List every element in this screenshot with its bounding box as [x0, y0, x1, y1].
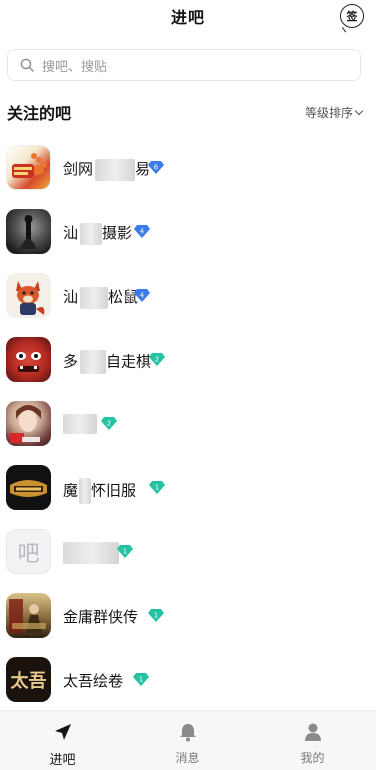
top-bar: 进吧 签 — [0, 0, 376, 36]
section-title: 关注的吧 — [7, 104, 72, 123]
page-title: 进吧 — [170, 8, 205, 27]
tab-label: 进吧 — [49, 753, 76, 768]
search-placeholder: 搜吧、搜贴 — [42, 59, 108, 75]
followed-forums-header: 关注的吧 等级排序 — [0, 96, 376, 126]
forum-avatar: 吧 — [6, 529, 51, 574]
svg-text:1: 1 — [123, 548, 127, 556]
bottom-tab-bar: 进吧 消息 我的 — [0, 710, 376, 770]
forum-avatar — [6, 209, 51, 254]
send-icon — [54, 724, 71, 740]
svg-text:4: 4 — [140, 228, 145, 236]
level-diamond-icon: 1 — [117, 545, 133, 558]
forum-avatar — [6, 145, 51, 190]
sign-in-button[interactable]: 签 — [340, 4, 364, 28]
level-diamond-icon: 1 — [149, 481, 165, 494]
svg-text:1: 1 — [139, 676, 143, 684]
forum-name: 剑网易 — [63, 158, 150, 181]
tab-jinba[interactable]: 进吧 — [0, 711, 125, 770]
user-icon — [304, 723, 321, 741]
level-diamond-icon: 4 — [134, 289, 150, 302]
forum-name: 太吾绘卷 — [63, 672, 124, 690]
search-input[interactable]: 搜吧、搜贴 — [7, 49, 361, 81]
tab-label: 我的 — [300, 751, 325, 765]
forum-avatar — [6, 465, 51, 510]
sort-label: 等级排序 — [304, 106, 353, 120]
level-diamond-icon: 6 — [148, 161, 164, 174]
tab-label: 消息 — [175, 751, 200, 765]
chevron-down-icon — [354, 106, 364, 116]
forum-name — [63, 414, 97, 434]
forum-row[interactable]: 魔怀旧服 1 — [0, 455, 376, 519]
forum-name: 魔怀旧服 — [63, 478, 136, 504]
forum-avatar — [6, 273, 51, 318]
forum-row[interactable]: 汕摄影 4 — [0, 199, 376, 263]
forum-avatar: 太吾 — [6, 657, 51, 702]
svg-text:4: 4 — [140, 292, 145, 300]
forum-avatar — [6, 337, 51, 382]
forum-name: 汕松鼠 — [63, 286, 138, 309]
forum-row[interactable]: 太吾 太吾绘卷 1 — [0, 647, 376, 711]
forum-avatar — [6, 401, 51, 446]
svg-text:1: 1 — [154, 612, 158, 620]
level-diamond-icon: 1 — [148, 609, 164, 622]
sort-dropdown[interactable]: 等级排序 — [304, 104, 364, 121]
level-diamond-icon: 2 — [101, 417, 117, 430]
svg-text:2: 2 — [107, 420, 111, 428]
tab-messages[interactable]: 消息 — [125, 711, 250, 770]
forum-row[interactable]: 汕松鼠 4 — [0, 263, 376, 327]
default-avatar-glyph: 吧 — [17, 541, 40, 567]
taiwu-logo: 太吾 — [10, 670, 47, 692]
forum-name: 汕摄影 — [63, 222, 132, 245]
forum-row[interactable]: 剑网易 6 — [0, 135, 376, 199]
sign-in-label: 签 — [346, 10, 358, 23]
level-diamond-icon: 1 — [133, 673, 149, 686]
forum-name — [63, 542, 119, 564]
forum-avatar — [6, 593, 51, 638]
level-diamond-icon: 4 — [134, 225, 150, 238]
svg-text:1: 1 — [155, 484, 159, 492]
tab-profile[interactable]: 我的 — [250, 711, 375, 770]
forum-row[interactable]: 多自走棋 2 — [0, 327, 376, 391]
forum-row[interactable]: 金庸群侠传 1 — [0, 583, 376, 647]
bell-icon — [179, 724, 196, 742]
search-icon — [20, 58, 34, 72]
forum-row[interactable]: 吧 1 — [0, 519, 376, 583]
level-diamond-icon: 2 — [149, 353, 165, 366]
svg-text:2: 2 — [155, 356, 159, 364]
svg-text:6: 6 — [154, 164, 159, 172]
forum-row[interactable]: 2 — [0, 391, 376, 455]
forum-name: 多自走棋 — [63, 350, 151, 374]
forum-name: 金庸群侠传 — [63, 608, 139, 626]
